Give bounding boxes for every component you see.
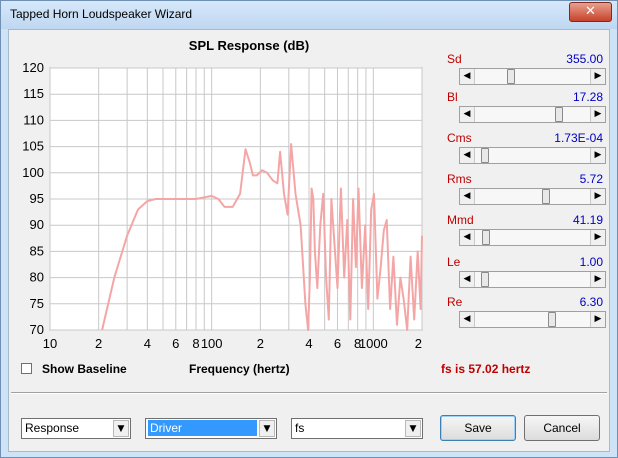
y-tick-label: 115 [23,86,44,101]
x-axis-labels: 10 2 4 6 8 100 2 4 6 81000 2 [43,336,422,351]
scroll-left-icon[interactable]: ◀ [460,107,475,122]
x-tick-label: 6 [172,336,179,351]
y-tick-label: 105 [22,139,44,154]
parameter-select[interactable]: fs ▼ [291,418,423,439]
re-slider[interactable]: ◀ ▶ [459,311,606,328]
category-select[interactable]: Driver ▼ [145,418,277,439]
scroll-right-icon[interactable]: ▶ [590,312,605,327]
dialog-client-area: SPL Response (dB) 70 75 80 85 90 95 100 105 110 1… [8,29,610,452]
scroll-left-icon[interactable]: ◀ [460,189,475,204]
save-button[interactable]: Save [440,415,516,441]
chevron-down-icon[interactable]: ▼ [405,420,421,437]
param-label: Cms [447,131,472,145]
chart-grid [49,67,423,331]
x-tick-label: 100 [201,336,223,351]
title-bar: Tapped Horn Loudspeaker Wizard ✕ [1,1,617,29]
view-select-value: Response [25,421,80,435]
param-value: 17.28 [572,90,603,104]
chart-title: SPL Response (dB) [188,38,310,53]
slider-thumb[interactable] [482,230,491,245]
y-tick-label: 80 [30,270,44,285]
scroll-right-icon[interactable]: ▶ [590,69,605,84]
scroll-left-icon[interactable]: ◀ [460,69,475,84]
window-title: Tapped Horn Loudspeaker Wizard [10,7,193,21]
bl-slider[interactable]: ◀ ▶ [459,106,606,123]
y-tick-label: 90 [30,217,44,232]
x-tick-label: 10 [43,336,57,351]
x-tick-label: 4 [305,336,312,351]
show-baseline-checkbox[interactable] [21,363,32,374]
param-label: Le [447,255,461,269]
scroll-right-icon[interactable]: ▶ [590,148,605,163]
y-tick-label: 120 [22,60,44,75]
le-slider[interactable]: ◀ ▶ [459,271,606,288]
param-value: 1.73E-04 [554,131,603,145]
fs-status-text: fs is 57.02 hertz [441,362,531,376]
param-label: Re [447,295,463,309]
view-select[interactable]: Response ▼ [21,418,131,439]
rms-slider[interactable]: ◀ ▶ [459,188,606,205]
scroll-right-icon[interactable]: ▶ [590,107,605,122]
param-value: 6.30 [579,295,603,309]
scroll-right-icon[interactable]: ▶ [590,189,605,204]
y-tick-label: 95 [30,191,44,206]
param-label: Rms [447,172,472,186]
scroll-right-icon[interactable]: ▶ [590,230,605,245]
x-tick-label: 4 [144,336,151,351]
mmd-slider[interactable]: ◀ ▶ [459,229,606,246]
chevron-down-icon[interactable]: ▼ [113,420,129,437]
sd-slider[interactable]: ◀ ▶ [459,68,606,85]
slider-thumb[interactable] [547,312,556,327]
y-tick-label: 110 [23,112,44,127]
scroll-left-icon[interactable]: ◀ [460,272,475,287]
param-value: 1.00 [579,255,603,269]
x-axis-title: Frequency (hertz) [189,362,290,376]
scroll-left-icon[interactable]: ◀ [460,148,475,163]
param-label: Bl [447,90,458,104]
cms-slider[interactable]: ◀ ▶ [459,147,606,164]
param-value: 355.00 [566,52,603,66]
scroll-left-icon[interactable]: ◀ [460,230,475,245]
param-label: Mmd [447,213,474,227]
scroll-left-icon[interactable]: ◀ [460,312,475,327]
y-axis-labels: 70 75 80 85 90 95 100 105 110 115 120 [22,60,44,337]
separator [11,392,607,394]
x-tick-label: 2 [415,336,422,351]
x-tick-label: 6 [334,336,341,351]
x-tick-label: 2 [95,336,102,351]
parameter-select-value: fs [295,421,305,435]
y-tick-label: 70 [30,322,44,337]
x-tick-label: 8 [192,336,199,351]
chevron-down-icon[interactable]: ▼ [259,420,275,437]
param-value: 41.19 [572,213,603,227]
param-value: 5.72 [579,172,603,186]
x-tick-label: 1000 [359,336,388,351]
scroll-right-icon[interactable]: ▶ [590,272,605,287]
x-tick-label: 2 [257,336,264,351]
close-button[interactable]: ✕ [569,2,612,22]
cancel-button[interactable]: Cancel [524,415,600,441]
slider-thumb[interactable] [542,189,551,204]
app-window: Tapped Horn Loudspeaker Wizard ✕ SPL Res… [0,0,618,458]
spl-response-chart: 707580859095100105110115120 10 2 4 6 8 100 2 4 6… [22,60,423,351]
y-tick-label: 100 [22,165,44,180]
slider-thumb[interactable] [481,272,490,287]
y-tick-label: 75 [30,296,44,311]
show-baseline-label: Show Baseline [42,362,127,376]
slider-thumb[interactable] [507,69,516,84]
y-tick-label: 85 [30,243,44,258]
param-label: Sd [447,52,462,66]
slider-thumb[interactable] [481,148,490,163]
category-select-value: Driver [148,420,257,436]
slider-thumb[interactable] [555,107,564,122]
